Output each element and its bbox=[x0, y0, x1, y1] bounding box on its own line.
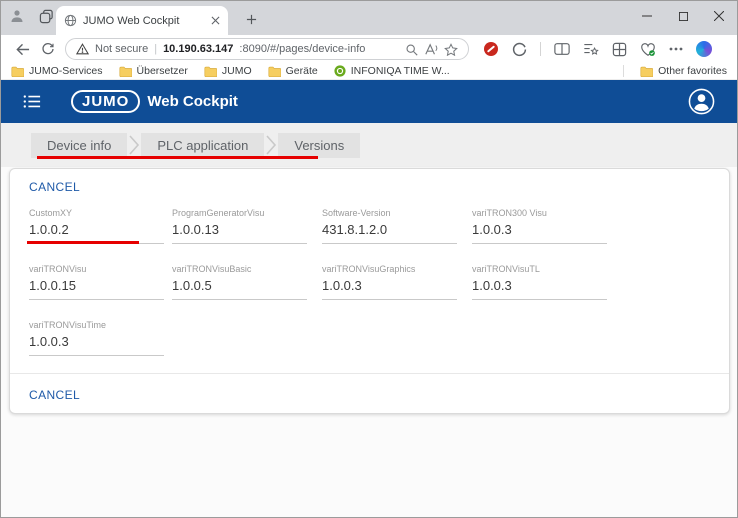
card-divider bbox=[10, 373, 729, 374]
folder-icon bbox=[204, 66, 217, 77]
minimize-button[interactable] bbox=[629, 1, 665, 31]
folder-icon bbox=[640, 66, 653, 77]
breadcrumb-device-info[interactable]: Device info bbox=[31, 133, 127, 158]
browser-tab[interactable]: JUMO Web Cockpit bbox=[56, 6, 228, 35]
tab-groups-icon[interactable] bbox=[39, 9, 54, 24]
search-icon[interactable] bbox=[405, 43, 418, 56]
new-tab-button[interactable] bbox=[241, 9, 261, 29]
bookmark-geraete[interactable]: Geräte bbox=[268, 65, 318, 77]
maximize-button[interactable] bbox=[665, 1, 701, 31]
browser-essentials-icon[interactable] bbox=[640, 42, 656, 57]
folder-icon bbox=[119, 66, 132, 77]
version-fields-grid: CustomXY 1.0.0.2 ProgramGeneratorVisu 1.… bbox=[29, 207, 622, 375]
url-path: :8090/#/pages/device-info bbox=[239, 43, 365, 55]
versions-card: CANCEL CustomXY 1.0.0.2 ProgramGenerator… bbox=[9, 168, 730, 414]
browser-toolbar: Not secure | 10.190.63.147 :8090/#/pages/… bbox=[1, 35, 737, 63]
chevron-right-icon bbox=[128, 134, 140, 156]
profile-icon[interactable] bbox=[9, 8, 25, 24]
favorites-collections-icon[interactable] bbox=[583, 42, 599, 56]
tab-title: JUMO Web Cockpit bbox=[83, 15, 205, 27]
other-favorites[interactable]: Other favorites bbox=[640, 65, 727, 77]
field-varitronvisubasic[interactable]: variTRONVisuBasic 1.0.0.5 bbox=[172, 263, 307, 300]
field-label: variTRONVisuBasic bbox=[172, 263, 307, 275]
annotation-underline-customxy bbox=[27, 241, 139, 244]
security-label: Not secure bbox=[95, 43, 148, 55]
breadcrumb-versions[interactable]: Versions bbox=[278, 133, 360, 158]
field-label: variTRONVisuGraphics bbox=[322, 263, 457, 275]
page-content: CANCEL CustomXY 1.0.0.2 ProgramGenerator… bbox=[1, 167, 737, 517]
folder-icon bbox=[11, 66, 24, 77]
cancel-button-bottom[interactable]: CANCEL bbox=[29, 388, 80, 402]
close-window-button[interactable] bbox=[701, 1, 737, 31]
favorite-star-icon[interactable] bbox=[444, 43, 458, 56]
folder-icon bbox=[268, 66, 281, 77]
field-label: variTRONVisuTime bbox=[29, 319, 164, 331]
field-value[interactable]: 1.0.0.15 bbox=[29, 275, 164, 300]
bookmarks-divider bbox=[623, 65, 624, 77]
extension-grey-icon[interactable] bbox=[512, 42, 527, 57]
tab-strip: JUMO Web Cockpit bbox=[1, 1, 737, 35]
url-host: 10.190.63.147 bbox=[163, 43, 233, 55]
browser-window: JUMO Web Cockpit bbox=[0, 0, 738, 518]
field-label: variTRONVisu bbox=[29, 263, 164, 275]
field-value[interactable]: 1.0.0.5 bbox=[172, 275, 307, 300]
copilot-icon[interactable] bbox=[696, 41, 712, 57]
extension-blocker-icon[interactable] bbox=[483, 41, 499, 57]
field-varitronvisutl[interactable]: variTRONVisuTL 1.0.0.3 bbox=[472, 263, 607, 300]
field-customxy[interactable]: CustomXY 1.0.0.2 bbox=[29, 207, 164, 244]
field-value[interactable]: 1.0.0.13 bbox=[172, 219, 307, 244]
field-value[interactable]: 1.0.0.3 bbox=[472, 219, 607, 244]
not-secure-warning-icon[interactable] bbox=[76, 43, 89, 55]
bookmark-jumo-services[interactable]: JUMO-Services bbox=[11, 65, 103, 77]
field-label: variTRON300 Visu bbox=[472, 207, 607, 219]
tab-close-icon[interactable] bbox=[211, 16, 220, 25]
field-value[interactable]: 1.0.0.3 bbox=[322, 275, 457, 300]
split-screen-icon[interactable] bbox=[554, 42, 570, 56]
site-favicon-icon bbox=[334, 65, 346, 77]
read-aloud-icon[interactable] bbox=[424, 43, 438, 56]
cancel-button-top[interactable]: CANCEL bbox=[29, 180, 80, 194]
refresh-icon[interactable] bbox=[35, 38, 61, 60]
field-varitronvisugraphics[interactable]: variTRONVisuGraphics 1.0.0.3 bbox=[322, 263, 457, 300]
field-software-version[interactable]: Software-Version 431.8.1.2.0 bbox=[322, 207, 457, 244]
field-label: CustomXY bbox=[29, 207, 164, 219]
field-varitronvisutime[interactable]: variTRONVisuTime 1.0.0.3 bbox=[29, 319, 164, 356]
bookmark-jumo[interactable]: JUMO bbox=[204, 65, 252, 77]
annotation-underline-breadcrumb bbox=[37, 156, 318, 159]
bookmark-infoniqa[interactable]: INFONIQA TIME W... bbox=[334, 65, 450, 77]
back-icon[interactable] bbox=[9, 38, 35, 60]
field-value[interactable]: 1.0.0.3 bbox=[29, 331, 164, 356]
toolbar-divider bbox=[540, 42, 541, 56]
settings-more-icon[interactable] bbox=[669, 47, 683, 51]
user-avatar-icon[interactable] bbox=[688, 88, 715, 115]
bookmarks-bar: JUMO-Services Übersetzer JUMO Geräte INF… bbox=[1, 63, 737, 80]
jumo-logo: JUMO bbox=[71, 90, 140, 113]
app-header: JUMO Web Cockpit bbox=[1, 80, 737, 123]
extensions-hub-icon[interactable] bbox=[612, 42, 627, 57]
field-value[interactable]: 1.0.0.3 bbox=[472, 275, 607, 300]
field-programgeneratorvisu[interactable]: ProgramGeneratorVisu 1.0.0.13 bbox=[172, 207, 307, 244]
app-title: Web Cockpit bbox=[147, 93, 238, 110]
field-varitron300-visu[interactable]: variTRON300 Visu 1.0.0.3 bbox=[472, 207, 607, 244]
field-label: ProgramGeneratorVisu bbox=[172, 207, 307, 219]
bookmark-uebersetzer[interactable]: Übersetzer bbox=[119, 65, 188, 77]
field-value[interactable]: 431.8.1.2.0 bbox=[322, 219, 457, 244]
field-label: variTRONVisuTL bbox=[472, 263, 607, 275]
menu-list-icon[interactable] bbox=[23, 94, 41, 109]
address-divider: | bbox=[154, 43, 157, 55]
field-label: Software-Version bbox=[322, 207, 457, 219]
tab-favicon bbox=[64, 14, 77, 27]
address-bar[interactable]: Not secure | 10.190.63.147 :8090/#/pages/… bbox=[65, 38, 469, 60]
breadcrumb: Device info PLC application Versions bbox=[1, 123, 737, 167]
field-varitronvisu[interactable]: variTRONVisu 1.0.0.15 bbox=[29, 263, 164, 300]
chevron-right-icon bbox=[265, 134, 277, 156]
breadcrumb-plc-application[interactable]: PLC application bbox=[141, 133, 264, 158]
